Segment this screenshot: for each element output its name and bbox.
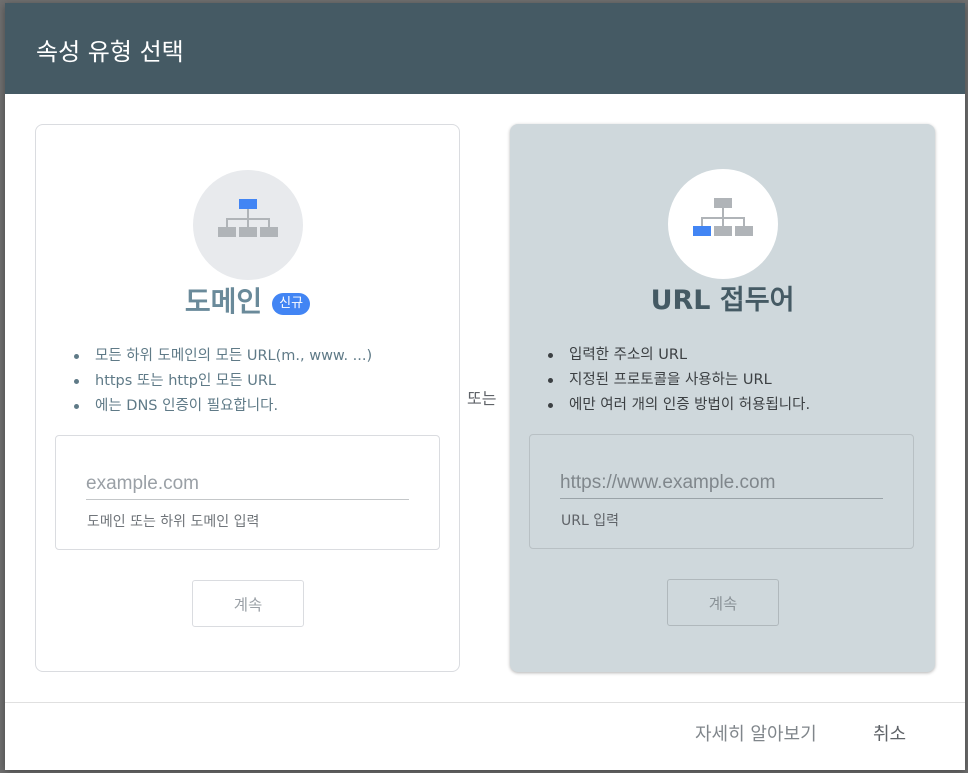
property-type-dialog: 속성 유형 선택 도메인 신규 모든 하위 도메인의 모든 URL(m., ww… bbox=[5, 3, 965, 770]
domain-continue-button[interactable]: 계속 bbox=[192, 580, 304, 627]
url-input-box: URL 입력 bbox=[529, 434, 914, 549]
domain-input[interactable] bbox=[86, 468, 409, 500]
dialog-title: 속성 유형 선택 bbox=[36, 38, 184, 66]
list-item: 에는 DNS 인증이 필요합니다. bbox=[72, 394, 372, 419]
domain-feature-list: 모든 하위 도메인의 모든 URL(m., www. ...) https 또는… bbox=[72, 344, 372, 419]
domain-icon-circle bbox=[193, 170, 303, 280]
domain-input-box: 도메인 또는 하위 도메인 입력 bbox=[55, 435, 440, 550]
domain-card-title: 도메인 bbox=[184, 285, 263, 318]
list-item: https 또는 http인 모든 URL bbox=[72, 369, 372, 394]
domain-card[interactable]: 도메인 신규 모든 하위 도메인의 모든 URL(m., www. ...) h… bbox=[35, 124, 460, 672]
footer-divider bbox=[5, 702, 965, 703]
sitemap-icon bbox=[218, 199, 278, 237]
list-item: 에만 여러 개의 인증 방법이 허용됩니다. bbox=[546, 393, 810, 418]
url-continue-button[interactable]: 계속 bbox=[667, 579, 779, 626]
domain-title-row: 도메인 신규 bbox=[36, 285, 459, 319]
list-item: 입력한 주소의 URL bbox=[546, 343, 810, 368]
list-item: 지정된 프로토콜을 사용하는 URL bbox=[546, 368, 810, 393]
sitemap-icon bbox=[693, 198, 753, 236]
learn-more-button[interactable]: 자세히 알아보기 bbox=[695, 716, 817, 754]
url-title-row: URL 접두어 bbox=[510, 284, 935, 318]
new-badge: 신규 bbox=[272, 293, 311, 315]
cancel-button[interactable]: 취소 bbox=[873, 716, 906, 754]
url-input[interactable] bbox=[560, 467, 883, 499]
dialog-header: 속성 유형 선택 bbox=[5, 3, 965, 94]
url-feature-list: 입력한 주소의 URL 지정된 프로토콜을 사용하는 URL 에만 여러 개의 … bbox=[546, 343, 810, 418]
url-card-title: URL 접두어 bbox=[650, 285, 795, 316]
domain-input-hint: 도메인 또는 하위 도메인 입력 bbox=[87, 514, 260, 530]
url-icon-circle bbox=[668, 169, 778, 279]
or-label: 또는 bbox=[467, 389, 497, 408]
url-input-hint: URL 입력 bbox=[561, 513, 619, 529]
url-prefix-card[interactable]: URL 접두어 입력한 주소의 URL 지정된 프로토콜을 사용하는 URL 에… bbox=[510, 124, 935, 672]
list-item: 모든 하위 도메인의 모든 URL(m., www. ...) bbox=[72, 344, 372, 369]
